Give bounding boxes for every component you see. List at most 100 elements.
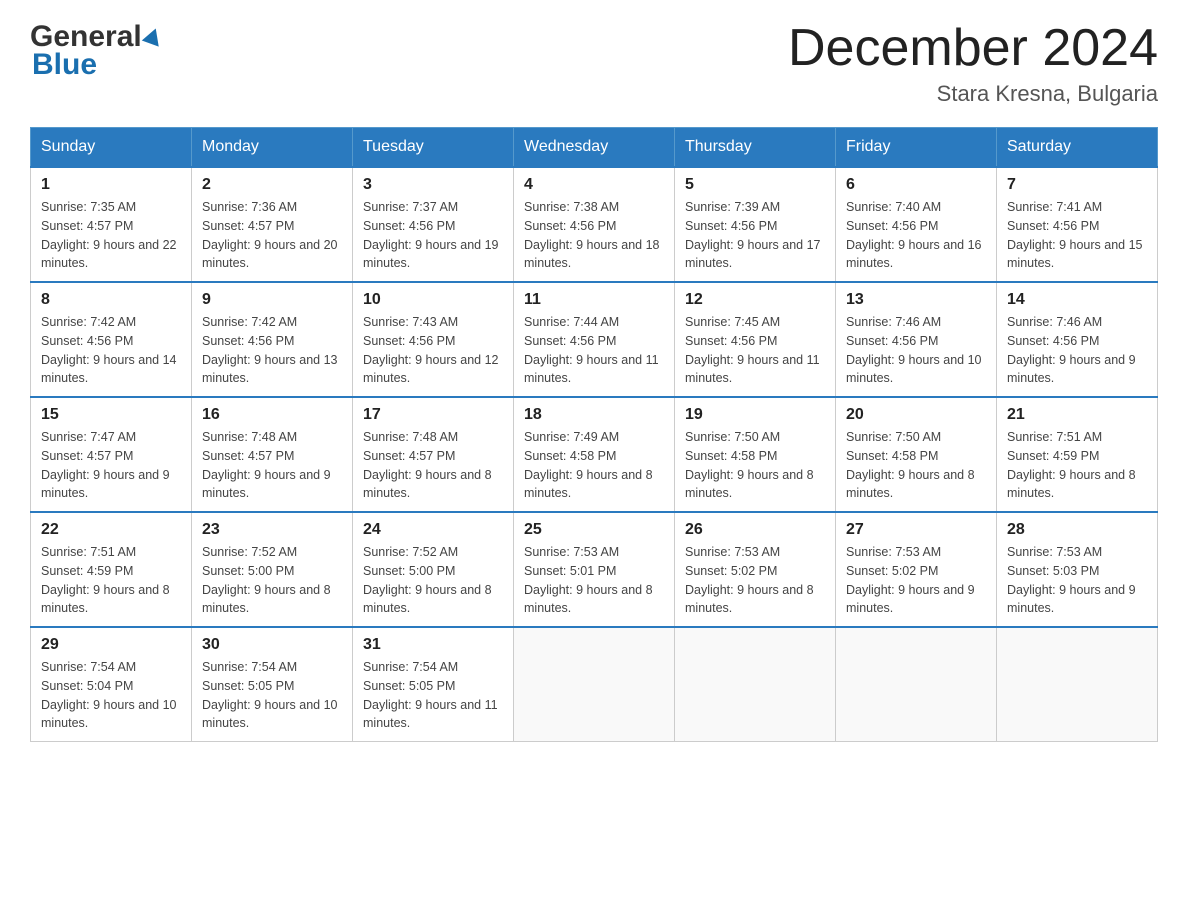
day-number: 12 bbox=[685, 291, 825, 309]
day-number: 25 bbox=[524, 521, 664, 539]
day-number: 10 bbox=[363, 291, 503, 309]
day-number: 31 bbox=[363, 636, 503, 654]
calendar-cell: 2 Sunrise: 7:36 AMSunset: 4:57 PMDayligh… bbox=[192, 167, 353, 282]
day-number: 26 bbox=[685, 521, 825, 539]
calendar-cell: 25 Sunrise: 7:53 AMSunset: 5:01 PMDaylig… bbox=[514, 512, 675, 627]
title-block: December 2024 Stara Kresna, Bulgaria bbox=[788, 20, 1158, 107]
day-info: Sunrise: 7:44 AMSunset: 4:56 PMDaylight:… bbox=[524, 315, 659, 385]
calendar-cell: 18 Sunrise: 7:49 AMSunset: 4:58 PMDaylig… bbox=[514, 397, 675, 512]
logo-triangle-icon bbox=[142, 25, 164, 46]
day-number: 27 bbox=[846, 521, 986, 539]
calendar-cell: 7 Sunrise: 7:41 AMSunset: 4:56 PMDayligh… bbox=[997, 167, 1158, 282]
day-info: Sunrise: 7:35 AMSunset: 4:57 PMDaylight:… bbox=[41, 200, 177, 270]
day-info: Sunrise: 7:54 AMSunset: 5:05 PMDaylight:… bbox=[202, 660, 338, 730]
calendar-cell: 29 Sunrise: 7:54 AMSunset: 5:04 PMDaylig… bbox=[31, 627, 192, 742]
calendar-week-1: 1 Sunrise: 7:35 AMSunset: 4:57 PMDayligh… bbox=[31, 167, 1158, 282]
calendar-cell: 14 Sunrise: 7:46 AMSunset: 4:56 PMDaylig… bbox=[997, 282, 1158, 397]
calendar-header-thursday: Thursday bbox=[675, 128, 836, 168]
day-number: 30 bbox=[202, 636, 342, 654]
day-number: 14 bbox=[1007, 291, 1147, 309]
day-info: Sunrise: 7:52 AMSunset: 5:00 PMDaylight:… bbox=[202, 545, 331, 615]
calendar-cell: 9 Sunrise: 7:42 AMSunset: 4:56 PMDayligh… bbox=[192, 282, 353, 397]
calendar-cell: 1 Sunrise: 7:35 AMSunset: 4:57 PMDayligh… bbox=[31, 167, 192, 282]
day-number: 7 bbox=[1007, 176, 1147, 194]
day-number: 20 bbox=[846, 406, 986, 424]
calendar-header-monday: Monday bbox=[192, 128, 353, 168]
calendar-cell: 19 Sunrise: 7:50 AMSunset: 4:58 PMDaylig… bbox=[675, 397, 836, 512]
calendar-header-wednesday: Wednesday bbox=[514, 128, 675, 168]
day-number: 1 bbox=[41, 176, 181, 194]
calendar-cell: 27 Sunrise: 7:53 AMSunset: 5:02 PMDaylig… bbox=[836, 512, 997, 627]
calendar-cell: 24 Sunrise: 7:52 AMSunset: 5:00 PMDaylig… bbox=[353, 512, 514, 627]
calendar-header-sunday: Sunday bbox=[31, 128, 192, 168]
day-info: Sunrise: 7:50 AMSunset: 4:58 PMDaylight:… bbox=[685, 430, 814, 500]
calendar-header-saturday: Saturday bbox=[997, 128, 1158, 168]
day-number: 4 bbox=[524, 176, 664, 194]
day-number: 9 bbox=[202, 291, 342, 309]
calendar-week-2: 8 Sunrise: 7:42 AMSunset: 4:56 PMDayligh… bbox=[31, 282, 1158, 397]
calendar-cell: 12 Sunrise: 7:45 AMSunset: 4:56 PMDaylig… bbox=[675, 282, 836, 397]
day-info: Sunrise: 7:41 AMSunset: 4:56 PMDaylight:… bbox=[1007, 200, 1143, 270]
calendar-cell: 11 Sunrise: 7:44 AMSunset: 4:56 PMDaylig… bbox=[514, 282, 675, 397]
subtitle: Stara Kresna, Bulgaria bbox=[788, 81, 1158, 107]
day-info: Sunrise: 7:50 AMSunset: 4:58 PMDaylight:… bbox=[846, 430, 975, 500]
day-number: 8 bbox=[41, 291, 181, 309]
logo-blue-text: Blue bbox=[32, 48, 162, 82]
day-number: 3 bbox=[363, 176, 503, 194]
day-number: 13 bbox=[846, 291, 986, 309]
day-number: 19 bbox=[685, 406, 825, 424]
day-number: 23 bbox=[202, 521, 342, 539]
calendar-week-5: 29 Sunrise: 7:54 AMSunset: 5:04 PMDaylig… bbox=[31, 627, 1158, 742]
day-info: Sunrise: 7:53 AMSunset: 5:01 PMDaylight:… bbox=[524, 545, 653, 615]
day-number: 29 bbox=[41, 636, 181, 654]
calendar-cell: 23 Sunrise: 7:52 AMSunset: 5:00 PMDaylig… bbox=[192, 512, 353, 627]
main-title: December 2024 bbox=[788, 20, 1158, 77]
calendar-week-4: 22 Sunrise: 7:51 AMSunset: 4:59 PMDaylig… bbox=[31, 512, 1158, 627]
day-info: Sunrise: 7:38 AMSunset: 4:56 PMDaylight:… bbox=[524, 200, 660, 270]
calendar-cell: 22 Sunrise: 7:51 AMSunset: 4:59 PMDaylig… bbox=[31, 512, 192, 627]
day-info: Sunrise: 7:53 AMSunset: 5:03 PMDaylight:… bbox=[1007, 545, 1136, 615]
day-number: 18 bbox=[524, 406, 664, 424]
day-number: 21 bbox=[1007, 406, 1147, 424]
calendar-cell: 28 Sunrise: 7:53 AMSunset: 5:03 PMDaylig… bbox=[997, 512, 1158, 627]
calendar-cell bbox=[675, 627, 836, 742]
day-info: Sunrise: 7:48 AMSunset: 4:57 PMDaylight:… bbox=[202, 430, 331, 500]
day-number: 11 bbox=[524, 291, 664, 309]
day-number: 15 bbox=[41, 406, 181, 424]
calendar-cell: 17 Sunrise: 7:48 AMSunset: 4:57 PMDaylig… bbox=[353, 397, 514, 512]
day-info: Sunrise: 7:42 AMSunset: 4:56 PMDaylight:… bbox=[41, 315, 177, 385]
day-info: Sunrise: 7:40 AMSunset: 4:56 PMDaylight:… bbox=[846, 200, 982, 270]
day-number: 24 bbox=[363, 521, 503, 539]
day-info: Sunrise: 7:52 AMSunset: 5:00 PMDaylight:… bbox=[363, 545, 492, 615]
day-number: 16 bbox=[202, 406, 342, 424]
calendar-cell: 26 Sunrise: 7:53 AMSunset: 5:02 PMDaylig… bbox=[675, 512, 836, 627]
day-info: Sunrise: 7:48 AMSunset: 4:57 PMDaylight:… bbox=[363, 430, 492, 500]
day-number: 22 bbox=[41, 521, 181, 539]
calendar-cell: 10 Sunrise: 7:43 AMSunset: 4:56 PMDaylig… bbox=[353, 282, 514, 397]
calendar-header-friday: Friday bbox=[836, 128, 997, 168]
day-info: Sunrise: 7:42 AMSunset: 4:56 PMDaylight:… bbox=[202, 315, 338, 385]
day-info: Sunrise: 7:47 AMSunset: 4:57 PMDaylight:… bbox=[41, 430, 170, 500]
day-info: Sunrise: 7:53 AMSunset: 5:02 PMDaylight:… bbox=[846, 545, 975, 615]
day-number: 17 bbox=[363, 406, 503, 424]
calendar-table: SundayMondayTuesdayWednesdayThursdayFrid… bbox=[30, 127, 1158, 742]
day-number: 6 bbox=[846, 176, 986, 194]
day-info: Sunrise: 7:51 AMSunset: 4:59 PMDaylight:… bbox=[1007, 430, 1136, 500]
calendar-cell: 8 Sunrise: 7:42 AMSunset: 4:56 PMDayligh… bbox=[31, 282, 192, 397]
calendar-week-3: 15 Sunrise: 7:47 AMSunset: 4:57 PMDaylig… bbox=[31, 397, 1158, 512]
calendar-cell: 4 Sunrise: 7:38 AMSunset: 4:56 PMDayligh… bbox=[514, 167, 675, 282]
calendar-cell: 21 Sunrise: 7:51 AMSunset: 4:59 PMDaylig… bbox=[997, 397, 1158, 512]
calendar-cell: 13 Sunrise: 7:46 AMSunset: 4:56 PMDaylig… bbox=[836, 282, 997, 397]
day-info: Sunrise: 7:45 AMSunset: 4:56 PMDaylight:… bbox=[685, 315, 820, 385]
day-info: Sunrise: 7:49 AMSunset: 4:58 PMDaylight:… bbox=[524, 430, 653, 500]
calendar-cell: 5 Sunrise: 7:39 AMSunset: 4:56 PMDayligh… bbox=[675, 167, 836, 282]
day-info: Sunrise: 7:51 AMSunset: 4:59 PMDaylight:… bbox=[41, 545, 170, 615]
day-info: Sunrise: 7:39 AMSunset: 4:56 PMDaylight:… bbox=[685, 200, 821, 270]
day-info: Sunrise: 7:53 AMSunset: 5:02 PMDaylight:… bbox=[685, 545, 814, 615]
calendar-cell: 3 Sunrise: 7:37 AMSunset: 4:56 PMDayligh… bbox=[353, 167, 514, 282]
day-number: 2 bbox=[202, 176, 342, 194]
day-info: Sunrise: 7:37 AMSunset: 4:56 PMDaylight:… bbox=[363, 200, 499, 270]
calendar-cell: 31 Sunrise: 7:54 AMSunset: 5:05 PMDaylig… bbox=[353, 627, 514, 742]
calendar-cell bbox=[514, 627, 675, 742]
calendar-header-tuesday: Tuesday bbox=[353, 128, 514, 168]
